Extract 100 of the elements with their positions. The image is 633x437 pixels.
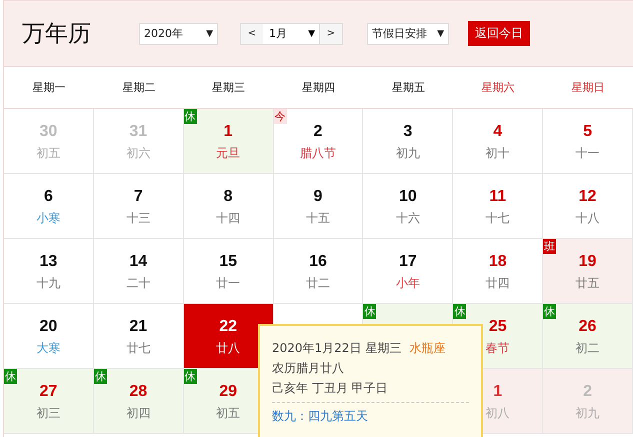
day-cell[interactable]: 休 1 元旦 xyxy=(184,109,274,174)
day-cell[interactable]: 8 十四 xyxy=(184,174,274,239)
day-number: 1 xyxy=(224,123,233,141)
day-number: 14 xyxy=(129,253,148,271)
day-cell[interactable]: 5 十一 xyxy=(543,109,633,174)
day-number: 22 xyxy=(219,318,238,336)
lunar-date: 十三 xyxy=(126,210,150,227)
today-button[interactable]: 返回今日 xyxy=(468,21,530,46)
lunar-date: 腊八节 xyxy=(300,145,336,162)
day-number: 7 xyxy=(134,188,143,206)
day-cell[interactable]: 3 初九 xyxy=(363,109,454,174)
lunar-date: 廿二 xyxy=(306,275,330,292)
lunar-date: 十六 xyxy=(396,210,420,227)
day-cell[interactable]: 21 廿七 xyxy=(94,304,184,369)
day-number: 16 xyxy=(309,253,327,271)
popup-lunar-date: 农历腊月廿八 xyxy=(272,360,345,377)
weekday-label: 星期日 xyxy=(572,80,605,95)
day-cell[interactable]: 休 27 初三 xyxy=(4,369,94,434)
day-number: 17 xyxy=(398,253,417,271)
day-cell[interactable]: 9 十五 xyxy=(274,174,364,239)
day-badge: 休 xyxy=(184,369,197,384)
day-cell[interactable]: 17 小年 xyxy=(363,239,454,304)
day-badge: 休 xyxy=(94,369,107,384)
day-number: 12 xyxy=(578,188,596,206)
day-number: 5 xyxy=(583,123,592,141)
lunar-date: 十八 xyxy=(576,210,600,227)
day-cell[interactable]: 11 十七 xyxy=(453,174,544,239)
day-cell[interactable]: 休 26 初二 xyxy=(543,304,633,369)
weekday-label: 星期四 xyxy=(302,80,335,95)
lunar-date: 十七 xyxy=(486,210,510,227)
lunar-date: 廿七 xyxy=(126,340,150,357)
weekday-label: 星期五 xyxy=(392,80,425,95)
lunar-date: 初五 xyxy=(216,405,240,422)
lunar-date: 廿一 xyxy=(216,275,240,292)
day-badge: 休 xyxy=(184,109,197,124)
prev-month-button[interactable]: < xyxy=(241,24,263,44)
day-cell[interactable]: 15 廿一 xyxy=(184,239,274,304)
day-number: 18 xyxy=(488,253,507,271)
day-number: 15 xyxy=(219,253,238,271)
lunar-date: 廿五 xyxy=(576,275,600,292)
lunar-date: 初六 xyxy=(126,145,150,162)
weekday-label: 星期六 xyxy=(482,80,515,95)
day-number: 21 xyxy=(129,318,148,336)
lunar-date: 初九 xyxy=(576,405,600,422)
day-number: 2 xyxy=(583,383,592,401)
day-number: 10 xyxy=(398,188,417,206)
lunar-date: 十五 xyxy=(306,210,330,227)
lunar-date: 初四 xyxy=(126,405,150,422)
day-badge: 休 xyxy=(453,304,466,319)
shujiu-text: 数九：四九第五天 xyxy=(272,408,369,425)
day-number: 19 xyxy=(578,253,596,271)
day-number: 6 xyxy=(44,188,53,206)
lunar-date: 元旦 xyxy=(216,145,240,162)
weekday-label: 星期三 xyxy=(212,80,246,95)
day-cell[interactable]: 班 19 廿五 xyxy=(543,239,633,304)
day-cell[interactable]: 18 廿四 xyxy=(453,239,544,304)
day-cell[interactable]: 20 大寒 xyxy=(4,304,94,369)
day-number: 25 xyxy=(488,318,507,336)
lunar-date: 初八 xyxy=(486,405,510,422)
lunar-date: 春节 xyxy=(486,340,510,357)
day-badge: 休 xyxy=(543,304,556,319)
day-number: 2 xyxy=(314,123,322,141)
lunar-date: 初二 xyxy=(576,340,600,357)
day-cell[interactable]: 4 初十 xyxy=(453,109,544,174)
day-number: 8 xyxy=(224,188,233,206)
lunar-date: 小年 xyxy=(396,275,420,292)
lunar-date: 小寒 xyxy=(36,210,60,227)
day-number: 4 xyxy=(493,123,502,141)
next-month-button[interactable]: > xyxy=(320,24,342,44)
day-cell[interactable]: 今 2 腊八节 xyxy=(274,109,364,174)
day-badge: 班 xyxy=(543,239,556,254)
lunar-date: 十一 xyxy=(576,145,600,162)
day-cell[interactable]: 休 28 初四 xyxy=(94,369,184,434)
day-number: 29 xyxy=(219,383,238,401)
day-number: 26 xyxy=(578,318,596,336)
day-badge: 今 xyxy=(274,109,287,124)
day-number: 20 xyxy=(40,318,58,336)
day-cell[interactable]: 10 十六 xyxy=(363,174,454,239)
day-cell[interactable]: 7 十三 xyxy=(94,174,184,239)
lunar-date: 十九 xyxy=(36,275,60,292)
lunar-date: 廿四 xyxy=(486,275,510,292)
weekday-label: 星期一 xyxy=(32,80,66,95)
zodiac-label: 水瓶座 xyxy=(409,341,446,355)
year-select[interactable]: 2020年 ▼ xyxy=(139,22,218,44)
page-title: 万年历 xyxy=(22,20,92,49)
day-badge: 休 xyxy=(4,369,17,384)
day-cell[interactable]: 12 十八 xyxy=(543,174,633,239)
day-number: 11 xyxy=(489,188,506,206)
day-cell[interactable]: 14 二十 xyxy=(94,239,184,304)
day-number: 31 xyxy=(129,123,148,141)
lunar-date: 初五 xyxy=(36,145,60,162)
day-cell[interactable]: 13 十九 xyxy=(4,239,94,304)
holiday-select[interactable]: 节假日安排 ▼ xyxy=(367,22,449,44)
popup-date: 2020年1月22日 星期三 xyxy=(272,341,402,355)
lunar-date: 初三 xyxy=(36,405,60,422)
day-number: 1 xyxy=(493,383,502,401)
day-cell[interactable]: 6 小寒 xyxy=(4,174,94,239)
day-cell[interactable]: 16 廿二 xyxy=(274,239,364,304)
lunar-date: 初九 xyxy=(396,145,420,162)
lunar-date: 二十 xyxy=(126,275,150,292)
